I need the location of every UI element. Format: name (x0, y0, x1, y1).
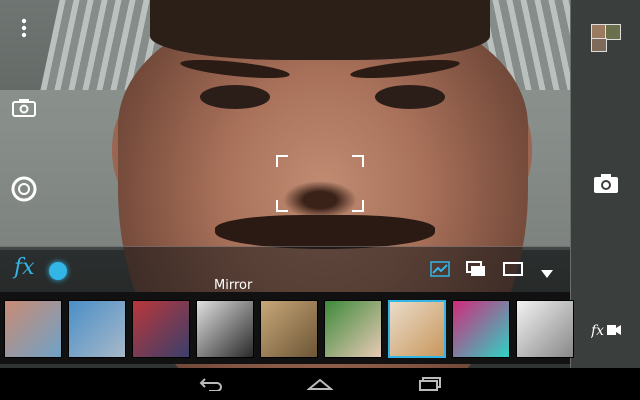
camera-icon[interactable] (593, 172, 619, 198)
filter-thumb-car[interactable] (68, 300, 126, 358)
filter-thumb-street[interactable] (132, 300, 190, 358)
face-mustache (215, 215, 435, 249)
effect-mode-label: Mirror (214, 278, 253, 293)
filter-thumb-bw-portrait[interactable] (196, 300, 254, 358)
filter-thumb-kaleidoscope[interactable] (452, 300, 510, 358)
filter-thumb-woman-green[interactable] (324, 300, 382, 358)
navigation-bar (0, 368, 640, 400)
shutter-ring-icon[interactable] (8, 173, 40, 205)
fx-video-icon[interactable]: fx (590, 320, 621, 344)
right-control-panel: fx (570, 0, 640, 368)
home-icon[interactable] (306, 376, 334, 392)
effect-indicator-dot[interactable] (49, 262, 67, 280)
filter-thumb-blonde-selected[interactable] (388, 300, 446, 358)
frame-overlay-icon[interactable] (466, 261, 486, 277)
filter-thumb-face-split[interactable] (4, 300, 62, 358)
switch-camera-icon[interactable] (8, 92, 40, 124)
filter-thumb-sketch-cat[interactable] (516, 300, 574, 358)
effects-bar: fx Mirror (0, 246, 570, 293)
recents-icon[interactable] (416, 376, 444, 392)
gallery-thumbnail[interactable] (591, 24, 621, 52)
fx-label[interactable]: fx (14, 255, 35, 280)
svg-text:fx: fx (591, 323, 604, 339)
filter-thumb-sepia-cat[interactable] (260, 300, 318, 358)
focus-brackets (276, 155, 364, 212)
aspect-ratio-icon[interactable] (503, 261, 523, 277)
face-eye-right (375, 85, 445, 109)
face-eye-left (200, 85, 270, 109)
back-icon[interactable] (198, 376, 226, 392)
dropdown-arrow-icon[interactable] (540, 264, 560, 280)
filter-filmstrip (0, 292, 574, 364)
face-hair (150, 0, 490, 60)
overflow-menu-icon[interactable] (8, 12, 40, 44)
filter-graph-icon[interactable] (430, 261, 450, 277)
